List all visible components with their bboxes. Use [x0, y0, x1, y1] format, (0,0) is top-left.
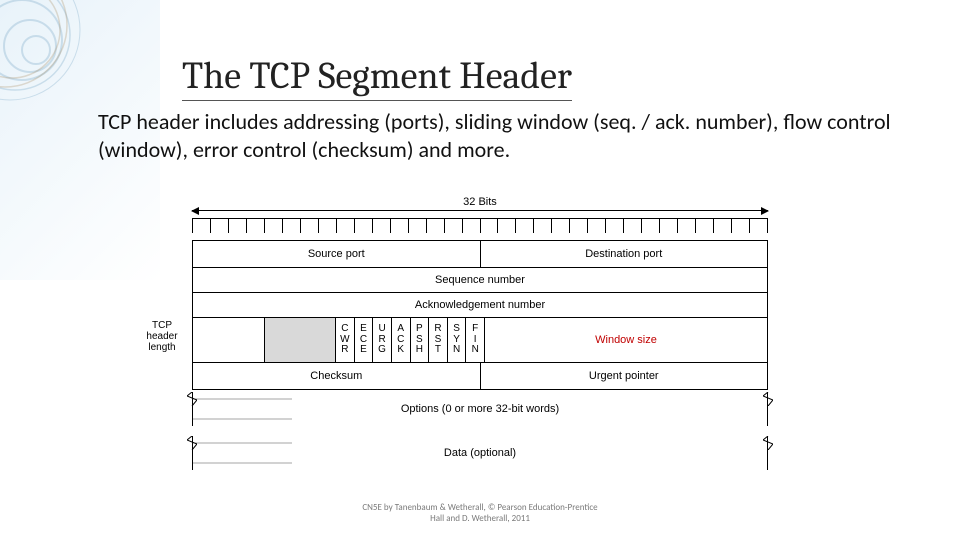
field-ack-number: Acknowledgement number: [193, 293, 767, 317]
field-source-port: Source port: [193, 241, 480, 267]
field-window-size: Window size: [484, 318, 767, 362]
flag-psh: PSH: [410, 318, 429, 362]
field-urgent-pointer: Urgent pointer: [480, 363, 768, 389]
data-label: Data (optional): [192, 436, 768, 470]
footer-line-1: CN5E by Tanenbaum & Wetherall, © Pearson…: [362, 502, 597, 513]
flag-ece: ECE: [354, 318, 373, 362]
slide-title: The TCP Segment Header: [182, 54, 572, 101]
slide-body-text: TCP header includes addressing (ports), …: [98, 108, 918, 163]
flag-cwr: CWR: [335, 318, 354, 362]
field-data: Data (optional): [192, 436, 768, 470]
ruler-bar: [192, 210, 768, 211]
flag-rst: RST: [428, 318, 447, 362]
flag-syn: SYN: [447, 318, 466, 362]
tcp-header-length-label: TCPheaderlength: [137, 320, 187, 353]
field-reserved: [264, 318, 336, 362]
flag-ack: ACK: [391, 318, 410, 362]
row-flags: TCPheaderlength CWR ECE URG ACK PSH RST …: [193, 317, 767, 362]
bit-ticks: [192, 218, 768, 233]
flag-urg: URG: [372, 318, 391, 362]
field-sequence-number: Sequence number: [193, 268, 767, 292]
field-destination-port: Destination port: [480, 241, 768, 267]
options-label: Options (0 or more 32-bit words): [192, 392, 768, 426]
slide-footer: CN5E by Tanenbaum & Wetherall, © Pearson…: [0, 503, 960, 524]
slide: The TCP Segment Header TCP header includ…: [0, 0, 960, 540]
footer-line-2: Hall and D. Wetherall, 2011: [430, 513, 530, 524]
field-tcp-header-length: TCPheaderlength: [193, 318, 264, 362]
flag-fin: FIN: [465, 318, 484, 362]
field-options: Options (0 or more 32-bit words): [192, 392, 768, 426]
ruler-label: 32 Bits: [180, 196, 780, 208]
field-checksum: Checksum: [193, 363, 480, 389]
header-grid: Source port Destination port Sequence nu…: [192, 240, 768, 390]
tcp-header-diagram: 32 Bits Source port Destination port Seq…: [180, 196, 780, 506]
